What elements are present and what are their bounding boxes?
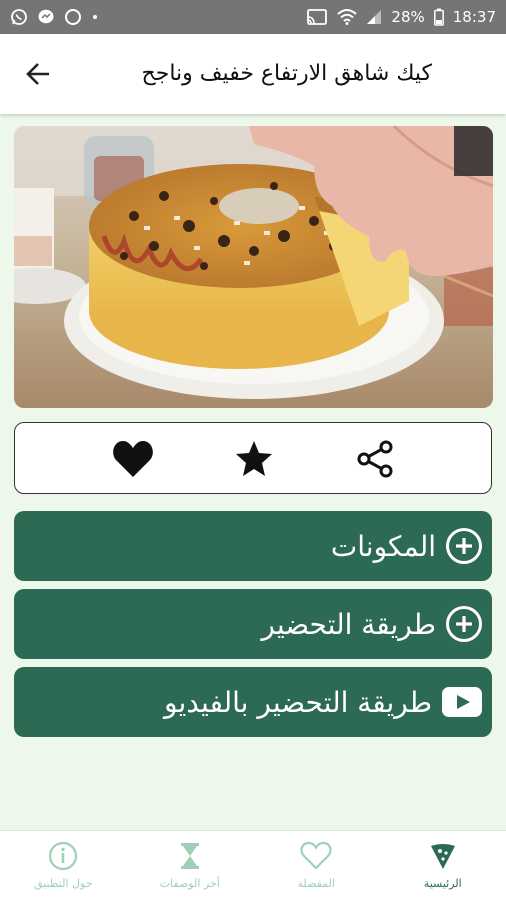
nav-about-label: حول التطبيق [34, 877, 93, 890]
nav-favorites[interactable]: المفضلة [253, 831, 380, 901]
nav-home-label: الرئيسية [424, 877, 462, 890]
battery-percent: 28% [391, 8, 424, 26]
heart-outline-icon [300, 841, 332, 871]
clock: 18:37 [453, 8, 496, 26]
back-button[interactable] [22, 58, 54, 90]
favorite-button[interactable] [111, 437, 155, 481]
video-preparation-label: طريقة التحضير بالفيديو [164, 686, 432, 719]
add-circle-icon [446, 528, 482, 564]
nav-favorites-label: المفضلة [298, 877, 335, 890]
recipe-image [14, 126, 493, 408]
signal-icon [366, 9, 382, 25]
status-bar: 28% 18:37 [0, 0, 506, 34]
page-title: كيك شاهق الارتفاع خفيف وناجح [142, 58, 432, 90]
heart-icon [112, 439, 154, 479]
arrow-back-icon [25, 61, 51, 87]
nav-latest-recipes[interactable]: أخر الوصفات [127, 831, 254, 901]
share-button[interactable] [353, 437, 397, 481]
nav-about[interactable]: حول التطبيق [0, 831, 127, 901]
video-preparation-button[interactable]: طريقة التحضير بالفيديو [14, 667, 492, 737]
messenger-icon [37, 8, 55, 26]
add-circle-icon [446, 606, 482, 642]
preparation-label: طريقة التحضير [261, 608, 436, 641]
info-icon [48, 841, 78, 871]
dot-icon [91, 8, 99, 26]
status-right-icons: 28% 18:37 [306, 8, 496, 26]
cast-icon [306, 8, 328, 26]
ingredients-button[interactable]: المكونات [14, 511, 492, 581]
rate-button[interactable] [232, 437, 276, 481]
nav-home[interactable]: الرئيسية [380, 831, 506, 901]
share-icon [355, 439, 395, 479]
preparation-button[interactable]: طريقة التحضير [14, 589, 492, 659]
battery-icon [434, 8, 444, 26]
circle-icon [64, 8, 82, 26]
bottom-navigation: حول التطبيق أخر الوصفات المفضلة الرئيسية [0, 830, 506, 901]
nav-latest-label: أخر الوصفات [160, 877, 220, 890]
status-left-icons [10, 8, 99, 26]
star-icon [234, 440, 274, 478]
app-bar: كيك شاهق الارتفاع خفيف وناجح [0, 34, 506, 114]
whatsapp-icon [10, 8, 28, 26]
hourglass-icon [175, 841, 205, 871]
youtube-icon [442, 687, 482, 717]
recipe-actions [14, 422, 492, 494]
ingredients-label: المكونات [331, 530, 436, 563]
pizza-slice-icon [428, 841, 458, 871]
wifi-icon [337, 8, 357, 26]
